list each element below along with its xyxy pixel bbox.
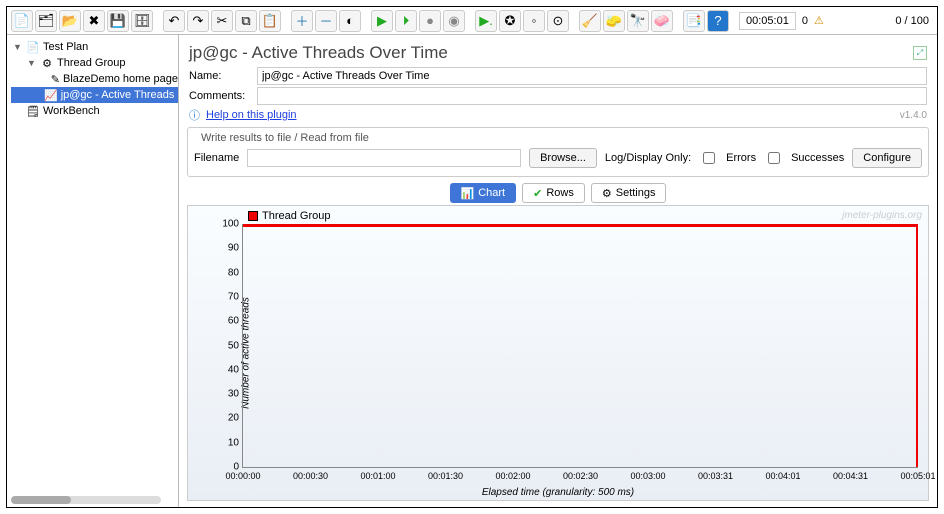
app-window: 📄 🗂 📂 ✖ 💾 🗄 ↶ ↷ ✂ ⧉ 📋 ＋ － ◐ ▶ ⏵ ● ◉ ▶. ✪… — [6, 6, 938, 508]
comments-input[interactable] — [257, 87, 927, 105]
cut-icon[interactable]: ✂ — [211, 10, 233, 32]
clear-icon[interactable]: 🧹 — [579, 10, 601, 32]
start-no-timers-icon[interactable]: ⏵ — [395, 10, 417, 32]
tree-scrollbar[interactable] — [11, 496, 161, 504]
panel-title: jp@gc - Active Threads Over Time — [189, 43, 448, 63]
legend-swatch — [248, 211, 258, 221]
help-link[interactable]: Help on this plugin — [206, 109, 297, 121]
tree-panel: ▼📄Test Plan▼⚙Thread Group✎BlazeDemo home… — [7, 35, 179, 507]
legend-label: Thread Group — [262, 210, 330, 222]
tab-chart[interactable]: 📊Chart — [450, 183, 517, 203]
function-helper-icon[interactable]: 📑 — [683, 10, 705, 32]
tree-item[interactable]: 🗒WorkBench — [11, 103, 178, 119]
help-icon[interactable]: ? — [707, 10, 729, 32]
tab-settings[interactable]: ⚙ Settings — [591, 183, 667, 203]
successes-checkbox[interactable] — [768, 152, 780, 164]
save-as-icon[interactable]: 🗄 — [131, 10, 153, 32]
copy-icon[interactable]: ⧉ — [235, 10, 257, 32]
plot: 010203040506070809010000:00:0000:00:3000… — [242, 224, 918, 468]
tabs: 📊Chart ✔ Rows ⚙ Settings — [179, 177, 937, 205]
collapse-icon[interactable]: － — [315, 10, 337, 32]
warning-count: 0 — [798, 15, 812, 27]
name-label: Name: — [189, 70, 251, 82]
chart-area: Thread Group jmeter-plugins.org Number o… — [187, 205, 929, 501]
open-icon[interactable]: 📂 — [59, 10, 81, 32]
new-icon[interactable]: 📄 — [11, 10, 33, 32]
file-panel: Write results to file / Read from file F… — [187, 127, 929, 177]
stop-icon[interactable]: ● — [419, 10, 441, 32]
tab-chart-label: Chart — [478, 187, 505, 199]
filename-label: Filename — [194, 152, 239, 164]
remote-stop-all-icon[interactable]: ⊙ — [547, 10, 569, 32]
name-input[interactable] — [257, 67, 927, 85]
watermark: jmeter-plugins.org — [842, 210, 922, 221]
tab-rows[interactable]: ✔ Rows — [522, 183, 585, 203]
file-panel-title: Write results to file / Read from file — [198, 132, 372, 144]
reset-search-icon[interactable]: 🧼 — [651, 10, 673, 32]
expand-panel-icon[interactable]: ⤢ — [913, 46, 927, 60]
check-icon: ✔ — [533, 187, 542, 200]
successes-label: Successes — [791, 152, 844, 164]
body: ▼📄Test Plan▼⚙Thread Group✎BlazeDemo home… — [7, 35, 937, 507]
x-axis-label: Elapsed time (granularity: 500 ms) — [482, 487, 634, 498]
warning-icon: ⚠ — [814, 14, 824, 27]
tree-item[interactable]: 📈jp@gc - Active Threads Over Time — [11, 87, 178, 103]
chart-icon: 📊 — [461, 187, 475, 200]
search-icon[interactable]: 🔭 — [627, 10, 649, 32]
browse-button[interactable]: Browse... — [529, 148, 597, 168]
expand-icon[interactable]: ＋ — [291, 10, 313, 32]
version-label: v1.4.0 — [900, 110, 927, 121]
errors-checkbox[interactable] — [703, 152, 715, 164]
tree-item[interactable]: ✎BlazeDemo home page — [11, 71, 178, 87]
clear-all-icon[interactable]: 🧽 — [603, 10, 625, 32]
remote-stop-icon[interactable]: ◦ — [523, 10, 545, 32]
legend: Thread Group — [248, 210, 330, 222]
toggle-icon[interactable]: ◐ — [339, 10, 361, 32]
info-icon: ⓘ — [189, 107, 200, 123]
comments-label: Comments: — [189, 90, 251, 102]
close-icon[interactable]: ✖ — [83, 10, 105, 32]
logdisplay-label: Log/Display Only: — [605, 152, 691, 164]
shutdown-icon[interactable]: ◉ — [443, 10, 465, 32]
tree-item[interactable]: ▼📄Test Plan — [11, 39, 178, 55]
redo-icon[interactable]: ↷ — [187, 10, 209, 32]
save-icon[interactable]: 💾 — [107, 10, 129, 32]
remote-start-all-icon[interactable]: ✪ — [499, 10, 521, 32]
tab-settings-label: Settings — [616, 187, 656, 199]
form: Name: Comments: ⓘ Help on this plugin v1… — [179, 67, 937, 123]
gear-icon: ⚙ — [602, 187, 612, 200]
start-icon[interactable]: ▶ — [371, 10, 393, 32]
thread-counter: 0 / 100 — [891, 15, 933, 27]
templates-icon[interactable]: 🗂 — [35, 10, 57, 32]
tree-item[interactable]: ▼⚙Thread Group — [11, 55, 178, 71]
errors-label: Errors — [726, 152, 756, 164]
paste-icon[interactable]: 📋 — [259, 10, 281, 32]
toolbar: 📄 🗂 📂 ✖ 💾 🗄 ↶ ↷ ✂ ⧉ 📋 ＋ － ◐ ▶ ⏵ ● ◉ ▶. ✪… — [7, 7, 937, 35]
main-panel: jp@gc - Active Threads Over Time ⤢ Name:… — [179, 35, 937, 507]
panel-title-row: jp@gc - Active Threads Over Time ⤢ — [179, 35, 937, 67]
undo-icon[interactable]: ↶ — [163, 10, 185, 32]
tab-rows-label: Rows — [546, 187, 574, 199]
filename-input[interactable] — [247, 149, 521, 167]
configure-button[interactable]: Configure — [852, 148, 922, 168]
elapsed-time: 00:05:01 — [739, 12, 796, 30]
remote-start-icon[interactable]: ▶. — [475, 10, 497, 32]
